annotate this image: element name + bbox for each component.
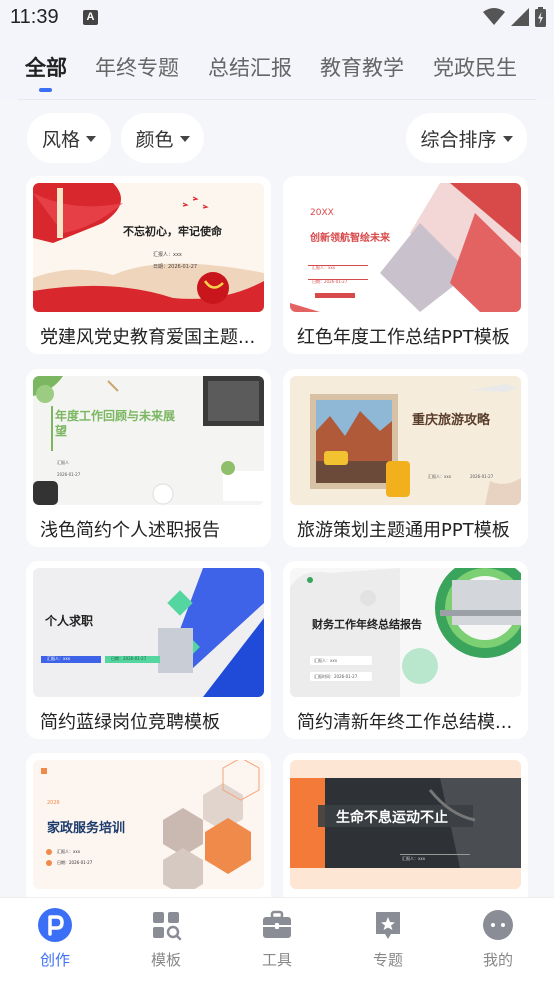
profile-icon xyxy=(483,910,513,940)
color-filter[interactable]: 颜色 xyxy=(121,113,204,163)
thumbnail-heading: 创新领航智绘未来 xyxy=(310,233,390,244)
template-title: 简约清新年终工作总结模... xyxy=(297,712,513,733)
template-thumbnail: 不忘初心，牢记使命 汇报人：xxx 日期：2026-01-27 xyxy=(33,183,264,312)
thumbnail-heading: 个人求职 xyxy=(45,614,94,628)
thumbnail-line: 汇报时间：2026-01-27 xyxy=(314,674,358,679)
thumbnail-top-text: 2026 xyxy=(47,800,60,806)
thumbnail-heading: 重庆旅游攻略 xyxy=(412,413,491,428)
thumbnail-heading: 生命不息运动不止 xyxy=(336,810,448,826)
sort-filter-label: 综合排序 xyxy=(420,128,497,151)
nav-label: 创作 xyxy=(39,951,70,969)
template-card[interactable]: 不忘初心，牢记使命 汇报人：xxx 日期：2026-01-27 党建风党史教育爱… xyxy=(26,176,271,354)
nav-label: 模板 xyxy=(150,951,181,969)
template-thumbnail: 20XX 创新领航智绘未来 汇报人：xxx 日期：2026-01-27 xyxy=(290,183,521,312)
tab-party-government[interactable]: 党政民生 xyxy=(433,52,517,82)
template-icon xyxy=(153,912,182,941)
thumbnail-line: 汇报人：xxx xyxy=(428,474,452,479)
thumbnail-line: 日期：2026-01-27 xyxy=(312,279,348,284)
template-title: 红色年度工作总结PPT模板 xyxy=(297,327,510,348)
template-card[interactable]: 20XX 创新领航智绘未来 汇报人：xxx 日期：2026-01-27 红色年度… xyxy=(283,176,528,354)
thumbnail-line: 2026-01-27 xyxy=(57,472,81,477)
toolbox-icon xyxy=(263,910,291,938)
caret-down-icon xyxy=(86,136,96,142)
tab-summary-report[interactable]: 总结汇报 xyxy=(208,52,292,82)
battery-icon xyxy=(535,7,546,27)
caret-down-icon xyxy=(502,136,513,142)
thumbnail-line: 汇报人：xxx xyxy=(153,252,182,258)
nav-templates[interactable]: 模板 xyxy=(126,908,206,970)
sort-filter[interactable]: 综合排序 xyxy=(406,113,527,163)
signal-icon xyxy=(511,8,529,26)
nav-label: 工具 xyxy=(261,951,292,969)
thumbnail-art xyxy=(33,376,264,505)
tab-year-end[interactable]: 年终专题 xyxy=(95,52,179,82)
template-title: 党建风党史教育爱国主题... xyxy=(40,327,256,348)
template-thumbnail: 生命不息运动不止 汇报人：xxx xyxy=(290,760,521,889)
active-tab-indicator xyxy=(39,88,52,92)
template-card[interactable]: 个人求职 汇报人：xxx 日期：2026-01-27 简约蓝绿岗位竞聘模板 xyxy=(26,561,271,739)
style-filter-label: 风格 xyxy=(41,128,80,151)
thumbnail-line: 汇报人：xxx xyxy=(312,265,336,270)
style-filter[interactable]: 风格 xyxy=(27,113,111,163)
status-time: 11:39 xyxy=(10,6,59,28)
thumbnail-art xyxy=(290,183,521,312)
template-thumbnail: 个人求职 汇报人：xxx 日期：2026-01-27 xyxy=(33,568,264,697)
category-tabs: 全部 年终专题 总结汇报 教育教学 党政民生 xyxy=(0,38,554,100)
status-bar: 11:39 A xyxy=(0,0,554,38)
nav-profile[interactable]: 我的 xyxy=(458,908,538,970)
thumbnail-art xyxy=(310,384,521,505)
thumbnail-heading: 财务工作年终总结报告 xyxy=(312,618,422,631)
template-thumbnail: 财务工作年终总结报告 汇报人：xxx 汇报时间：2026-01-27 xyxy=(290,568,521,697)
thumbnail-line: 日期：2026-01-27 xyxy=(111,656,147,661)
nav-tools[interactable]: 工具 xyxy=(237,908,317,970)
thumbnail-heading: 不忘初心，牢记使命 xyxy=(123,225,222,238)
bottom-navigation: 创作 模板 工具 专题 我的 xyxy=(0,897,554,984)
template-thumbnail: 年度工作回顾与未来展望 汇报人 2026-01-27 xyxy=(33,376,264,505)
template-title: 旅游策划主题通用PPT模板 xyxy=(297,520,510,541)
thumbnail-top-text: 20XX xyxy=(310,208,334,218)
template-title: 浅色简约个人述职报告 xyxy=(40,520,220,541)
status-indicators xyxy=(483,7,546,27)
template-thumbnail: 2026 家政服务培训 汇报人：xxx 日期：2026-01-27 xyxy=(33,760,264,889)
nav-label: 专题 xyxy=(372,951,403,969)
tabs-divider xyxy=(18,99,536,100)
notification-app-icon: A xyxy=(83,10,98,25)
create-icon xyxy=(38,908,72,942)
thumbnail-art xyxy=(33,183,264,312)
thumbnail-line: 日期：2026-01-27 xyxy=(153,264,198,270)
template-title: 简约蓝绿岗位竞聘模板 xyxy=(40,712,220,733)
thumbnail-heading: 家政服务培训 xyxy=(47,821,126,836)
thumbnail-line: 汇报人 xyxy=(57,460,69,465)
topic-icon xyxy=(376,912,400,939)
nav-create[interactable]: 创作 xyxy=(15,908,95,970)
thumbnail-line: 2026-01-27 xyxy=(470,474,494,479)
thumbnail-line: 汇报人：xxx xyxy=(314,658,338,663)
thumbnail-line: 日期：2026-01-27 xyxy=(57,860,93,865)
thumbnail-line: 汇报人：xxx xyxy=(57,849,81,854)
thumbnail-heading: 年度工作回顾与未来展望 xyxy=(55,409,176,438)
tab-education[interactable]: 教育教学 xyxy=(320,52,404,82)
wifi-icon xyxy=(483,8,505,25)
color-filter-label: 颜色 xyxy=(135,128,174,151)
nav-topics[interactable]: 专题 xyxy=(348,908,428,970)
nav-label: 我的 xyxy=(482,951,513,969)
template-card[interactable]: 重庆旅游攻略 汇报人：xxx 2026-01-27 旅游策划主题通用PPT模板 xyxy=(283,369,528,547)
template-thumbnail: 重庆旅游攻略 汇报人：xxx 2026-01-27 xyxy=(290,376,521,505)
thumbnail-line: 汇报人：xxx xyxy=(47,656,71,661)
tab-all[interactable]: 全部 xyxy=(25,52,67,82)
template-card[interactable]: 财务工作年终总结报告 汇报人：xxx 汇报时间：2026-01-27 简约清新年… xyxy=(283,561,528,739)
thumbnail-art xyxy=(41,568,264,697)
template-card[interactable]: 年度工作回顾与未来展望 汇报人 2026-01-27 浅色简约个人述职报告 xyxy=(26,369,271,547)
thumbnail-line: 汇报人：xxx xyxy=(402,856,426,861)
caret-down-icon xyxy=(179,136,190,142)
